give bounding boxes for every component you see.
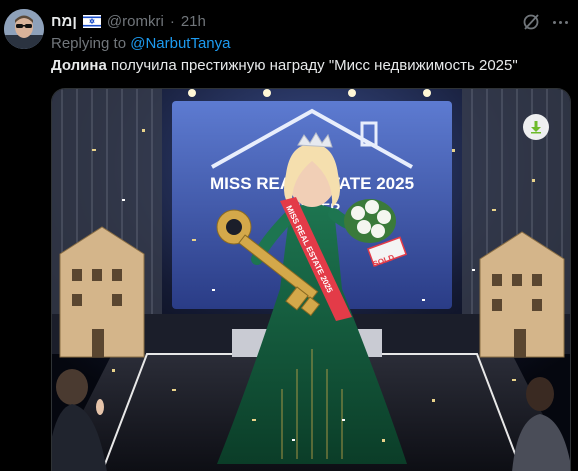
download-button[interactable] xyxy=(523,114,549,140)
media-illustration: MISS REAL ESTATE 2025 WINNER xyxy=(52,89,570,471)
avatar-image xyxy=(4,9,44,49)
avatar[interactable] xyxy=(4,9,44,49)
reply-prefix: Replying to xyxy=(51,35,127,52)
download-arrow-icon xyxy=(531,121,541,134)
tweet-text-body: получила престижную награду "Мисс недвиж… xyxy=(106,57,518,74)
separator-dot: · xyxy=(169,12,175,30)
tweet-media-image[interactable]: MISS REAL ESTATE 2025 WINNER xyxy=(51,88,571,471)
grok-icon[interactable] xyxy=(521,12,541,32)
reply-context: Replying to @NarbutTanya xyxy=(51,35,231,52)
tweet-header: ןמח @romkri · 21h xyxy=(51,11,206,31)
display-name[interactable]: ןמח xyxy=(51,13,77,30)
tweet-text-bold: Долина xyxy=(51,57,107,74)
timestamp[interactable]: 21h xyxy=(181,13,206,30)
more-icon[interactable] xyxy=(550,12,570,32)
tweet-text: Долина получила престижную награду "Мисс… xyxy=(51,57,518,74)
user-handle[interactable]: @romkri xyxy=(107,13,164,30)
israel-flag-icon xyxy=(82,14,101,28)
reply-mention-link[interactable]: @NarbutTanya xyxy=(130,35,230,52)
